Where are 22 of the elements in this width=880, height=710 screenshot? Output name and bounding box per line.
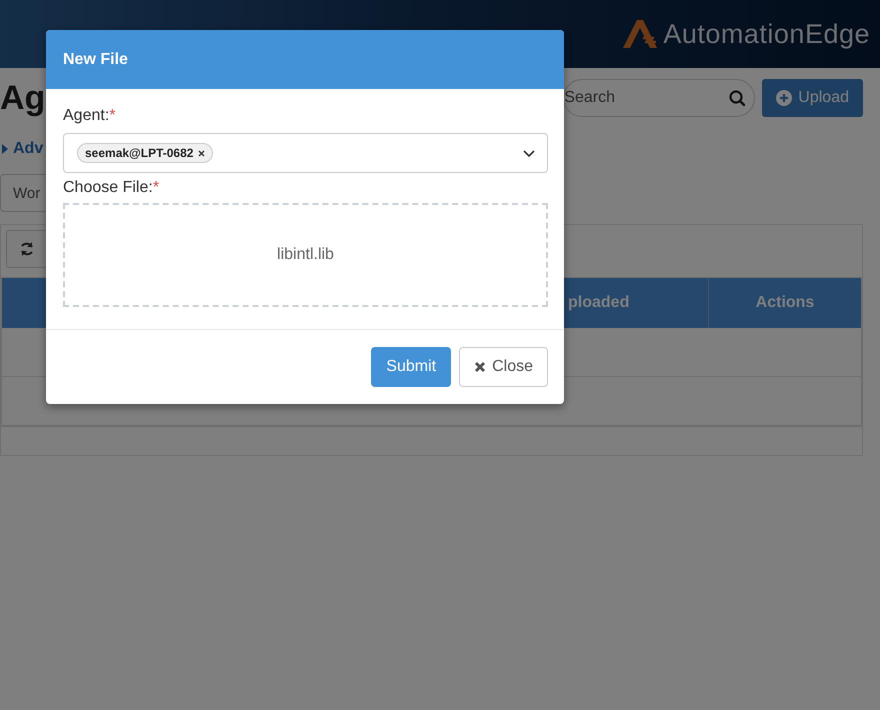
column-header: Actions — [754, 293, 816, 313]
logo-icon — [621, 18, 660, 50]
triangle-icon — [2, 144, 8, 154]
page-title: Ag — [0, 78, 46, 118]
close-button[interactable]: Close — [459, 347, 548, 387]
close-icon — [474, 361, 486, 373]
advanced-link[interactable]: Adv — [13, 140, 44, 158]
modal-title: New File — [46, 30, 564, 89]
submit-button[interactable]: Submit — [371, 347, 452, 387]
plus-icon — [776, 90, 792, 106]
field-label: Agent:* — [63, 107, 116, 125]
agent-select[interactable]: seemak@LPT-0682 — [63, 133, 548, 173]
remove-icon — [198, 150, 206, 156]
search-icon — [729, 90, 746, 106]
chevron-down-icon — [523, 150, 535, 156]
search-field[interactable]: Search — [563, 79, 756, 117]
agent-tag[interactable]: seemak@LPT-0682 — [77, 143, 214, 163]
field-label: Choose File:* — [63, 179, 160, 197]
refresh-icon — [19, 241, 35, 257]
logo-text: AutomationEdge — [663, 18, 870, 50]
refresh-button[interactable] — [6, 230, 48, 268]
file-drop-zone[interactable]: libintl.lib — [63, 203, 548, 307]
